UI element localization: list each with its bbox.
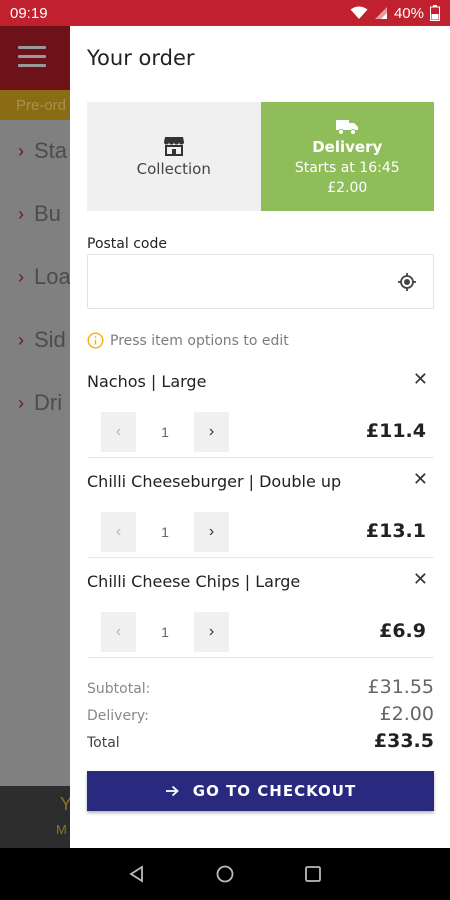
status-time: 09:19 xyxy=(10,4,48,22)
background-category: › Dri xyxy=(18,390,63,415)
checkout-label: GO TO CHECKOUT xyxy=(192,782,357,800)
wifi-icon xyxy=(350,6,368,19)
delivery-start-time: Starts at 16:45 xyxy=(294,159,400,176)
item-price: £11.4 xyxy=(365,420,426,442)
postal-code-field xyxy=(87,254,434,309)
back-icon[interactable] xyxy=(128,865,146,883)
quantity-stepper: ‹ 1 › xyxy=(101,612,229,652)
tab-collection[interactable]: Collection xyxy=(87,102,261,211)
info-icon xyxy=(87,332,104,349)
hamburger-menu-icon xyxy=(18,46,46,68)
quantity-value: 1 xyxy=(136,412,194,452)
delivery-fee: £2.00 xyxy=(327,179,368,196)
recents-icon[interactable] xyxy=(304,865,322,883)
drawer-title: Your order xyxy=(87,46,195,70)
order-item[interactable]: Chilli Cheese Chips | Large ✕ ‹ 1 › £6.9 xyxy=(87,558,434,658)
background-category: › Loa xyxy=(18,264,71,289)
store-icon xyxy=(163,136,184,156)
chevron-right-icon: › xyxy=(18,203,24,224)
collection-label: Collection xyxy=(136,159,211,178)
quantity-stepper: ‹ 1 › xyxy=(101,412,229,452)
item-name: Nachos | Large xyxy=(87,372,207,391)
status-icons: 40% xyxy=(350,5,440,22)
total-row: Total £33.5 xyxy=(87,730,434,757)
quantity-value: 1 xyxy=(136,612,194,652)
quantity-value: 1 xyxy=(136,512,194,552)
order-item[interactable]: Chilli Cheeseburger | Double up ✕ ‹ 1 › … xyxy=(87,458,434,558)
battery-icon xyxy=(430,5,440,21)
increase-quantity-button[interactable]: › xyxy=(194,612,229,652)
chevron-right-icon: › xyxy=(18,392,24,413)
remove-item-icon[interactable]: ✕ xyxy=(413,370,428,388)
total-value: £33.5 xyxy=(373,730,434,752)
order-method-tabs: Collection Delivery Starts at 16:45 £2.0… xyxy=(87,102,434,211)
remove-item-icon[interactable]: ✕ xyxy=(413,470,428,488)
postal-code-input[interactable] xyxy=(88,255,378,308)
background-category: › Sid xyxy=(18,327,66,352)
item-price: £6.9 xyxy=(379,620,426,642)
delivery-fee-value: £2.00 xyxy=(379,703,434,725)
item-name: Chilli Cheeseburger | Double up xyxy=(87,472,342,491)
delivery-label: Delivery xyxy=(312,137,383,156)
postal-code-label: Postal code xyxy=(87,236,167,252)
decrease-quantity-button[interactable]: ‹ xyxy=(101,512,136,552)
background-category: › Bu xyxy=(18,201,61,226)
decrease-quantity-button[interactable]: ‹ xyxy=(101,612,136,652)
chevron-right-icon: › xyxy=(18,329,24,350)
delivery-fee-row: Delivery: £2.00 xyxy=(87,703,434,730)
subtotal-label: Subtotal: xyxy=(87,681,151,697)
increase-quantity-button[interactable]: › xyxy=(194,512,229,552)
subtotal-value: £31.55 xyxy=(367,676,434,698)
remove-item-icon[interactable]: ✕ xyxy=(413,570,428,588)
subtotal-row: Subtotal: £31.55 xyxy=(87,676,434,703)
background-category: › Sta xyxy=(18,138,68,163)
hint-text: Press item options to edit xyxy=(110,332,289,349)
system-nav-bar xyxy=(0,848,450,900)
locate-icon[interactable] xyxy=(397,272,417,292)
decrease-quantity-button[interactable]: ‹ xyxy=(101,412,136,452)
item-name: Chilli Cheese Chips | Large xyxy=(87,572,301,591)
order-totals: Subtotal: £31.55 Delivery: £2.00 Total £… xyxy=(87,676,434,757)
quantity-stepper: ‹ 1 › xyxy=(101,512,229,552)
truck-icon xyxy=(336,119,359,135)
home-icon[interactable] xyxy=(216,865,234,883)
signal-icon xyxy=(374,7,387,19)
battery-percent: 40% xyxy=(393,4,424,22)
delivery-fee-label: Delivery: xyxy=(87,708,149,724)
order-item[interactable]: Nachos | Large ✕ ‹ 1 › £11.4 xyxy=(87,358,434,458)
increase-quantity-button[interactable]: › xyxy=(194,412,229,452)
chevron-right-icon: › xyxy=(18,266,24,287)
status-bar: 09:19 40% xyxy=(0,0,450,26)
total-label: Total xyxy=(87,735,120,751)
bottom-nav-label: M xyxy=(56,822,67,837)
tab-delivery[interactable]: Delivery Starts at 16:45 £2.00 xyxy=(260,102,434,211)
order-drawer: Your order Collection Delivery Starts at… xyxy=(70,26,450,848)
edit-hint: Press item options to edit xyxy=(87,332,289,349)
item-price: £13.1 xyxy=(365,520,426,542)
chevron-right-icon: › xyxy=(18,140,24,161)
arrow-right-icon xyxy=(165,785,179,797)
checkout-button[interactable]: GO TO CHECKOUT xyxy=(87,771,434,811)
